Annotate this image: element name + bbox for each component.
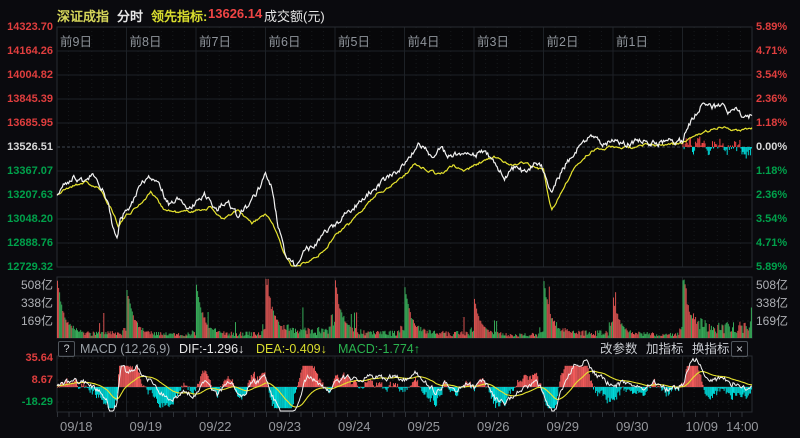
leading-indicator-value: 13626.14: [208, 6, 262, 21]
indicator-name: MACD (12,26,9): [80, 341, 170, 357]
change-params-button[interactable]: 改参数: [600, 341, 638, 357]
add-indicator-button[interactable]: 加指标: [646, 341, 684, 357]
macd-dea-value: DEA:-0.409↓: [256, 341, 327, 357]
macd-dif-value: DIF:-1.296↓: [179, 341, 244, 357]
h-scroll-strip[interactable]: [57, 412, 752, 417]
chart-canvas[interactable]: [0, 0, 800, 438]
indicator-help-button[interactable]: ?: [58, 341, 75, 357]
macd-macd-value: MACD:-1.774↑: [338, 341, 420, 357]
leading-indicator-label: 领先指标:: [151, 6, 207, 25]
switch-indicator-button[interactable]: 换指标: [692, 341, 730, 357]
turnover-label: 成交额(元): [264, 6, 325, 25]
symbol-name: 深证成指: [57, 6, 109, 25]
app-window: 深证成指 分时 领先指标: 13626.14 成交额(元) 14323.7014…: [0, 0, 800, 438]
close-indicator-button[interactable]: ×: [731, 341, 748, 357]
tab-minute-chart[interactable]: 分时: [117, 6, 143, 25]
